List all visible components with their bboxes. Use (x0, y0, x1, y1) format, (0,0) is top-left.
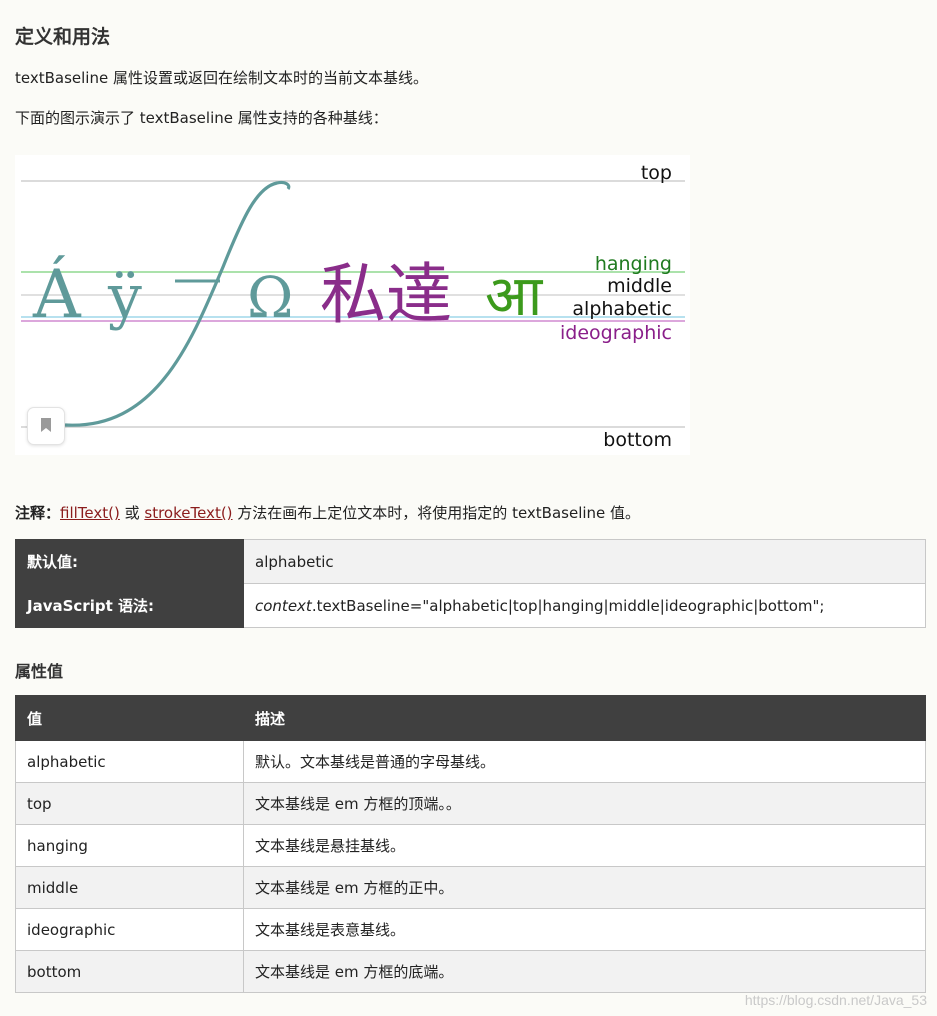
info-row-default: 默认值: alphabetic (15, 539, 926, 584)
figure-caption: 下面的图示演示了 textBaseline 属性支持的各种基线： (15, 109, 388, 127)
bookmark-button[interactable] (27, 407, 65, 445)
description-cell: 文本基线是 em 方框的正中。 (243, 866, 926, 909)
table-row: alphabetic 默认。文本基线是普通的字母基线。 (15, 740, 926, 783)
table-row: hanging 文本基线是悬挂基线。 (15, 824, 926, 867)
label-top: top (641, 162, 672, 184)
note-middle: 或 (119, 504, 145, 522)
baseline-diagram-svg: Á ÿ Ω 私達 आ top hanging middle alphabetic… (21, 162, 685, 451)
table-row: bottom 文本基线是 em 方框的底端。 (15, 950, 926, 993)
header-value: 值 (15, 695, 244, 741)
watermark: https://blog.csdn.net/Java_53 (744, 992, 927, 1008)
label-bottom: bottom (603, 429, 672, 451)
table-row: top 文本基线是 em 方框的顶端。。 (15, 782, 926, 825)
syntax-label: JavaScript 语法: (15, 583, 244, 628)
values-header-row: 值 描述 (15, 695, 926, 741)
default-label: 默认值: (15, 539, 244, 584)
syntax-context: context (255, 596, 312, 615)
values-title: 属性值 (15, 662, 64, 681)
values-table: 值 描述 alphabetic 默认。文本基线是普通的字母基线。 top 文本基… (15, 695, 926, 993)
description-cell: 文本基线是悬挂基线。 (243, 824, 926, 867)
glyph-devanagari: आ (485, 264, 544, 329)
intro-text: textBaseline 属性设置或返回在绘制文本时的当前文本基线。 (15, 69, 428, 87)
default-value: alphabetic (243, 539, 926, 584)
value-cell: middle (15, 866, 244, 909)
description-cell: 默认。文本基线是普通的字母基线。 (243, 740, 926, 783)
glyph-omega: Ω (247, 266, 293, 331)
note-suffix: 方法在画布上定位文本时，将使用指定的 textBaseline 值。 (232, 504, 641, 522)
glyph-y-diaeresis: ÿ (107, 262, 142, 332)
glyph-a-acute: Á (32, 256, 82, 333)
stroketext-link[interactable]: strokeText() (144, 504, 232, 522)
value-cell: top (15, 782, 244, 825)
description-cell: 文本基线是 em 方框的底端。 (243, 950, 926, 993)
baseline-diagram: Á ÿ Ω 私達 आ top hanging middle alphabetic… (15, 155, 690, 455)
table-row: middle 文本基线是 em 方框的正中。 (15, 866, 926, 909)
info-table: 默认值: alphabetic JavaScript 语法: context.t… (15, 539, 926, 628)
value-cell: alphabetic (15, 740, 244, 783)
note-prefix: 注释： (15, 504, 61, 522)
section-title: 定义和用法 (15, 26, 111, 48)
label-hanging: hanging (595, 253, 672, 275)
label-ideographic: ideographic (560, 322, 672, 344)
description-cell: 文本基线是 em 方框的顶端。。 (243, 782, 926, 825)
label-middle: middle (607, 275, 672, 297)
syntax-rest: .textBaseline="alphabetic|top|hanging|mi… (311, 596, 825, 615)
bookmark-icon (41, 418, 51, 432)
value-cell: hanging (15, 824, 244, 867)
syntax-value: context.textBaseline="alphabetic|top|han… (243, 583, 926, 628)
value-cell: ideographic (15, 908, 244, 951)
note-text: 注释：fillText() 或 strokeText() 方法在画布上定位文本时… (15, 502, 640, 523)
value-cell: bottom (15, 950, 244, 993)
table-row: ideographic 文本基线是表意基线。 (15, 908, 926, 951)
glyph-cjk: 私達 (320, 256, 452, 333)
info-row-syntax: JavaScript 语法: context.textBaseline="alp… (15, 583, 926, 628)
label-alphabetic: alphabetic (572, 298, 672, 320)
filltext-link[interactable]: fillText() (60, 504, 120, 522)
header-description: 描述 (243, 695, 926, 741)
description-cell: 文本基线是表意基线。 (243, 908, 926, 951)
